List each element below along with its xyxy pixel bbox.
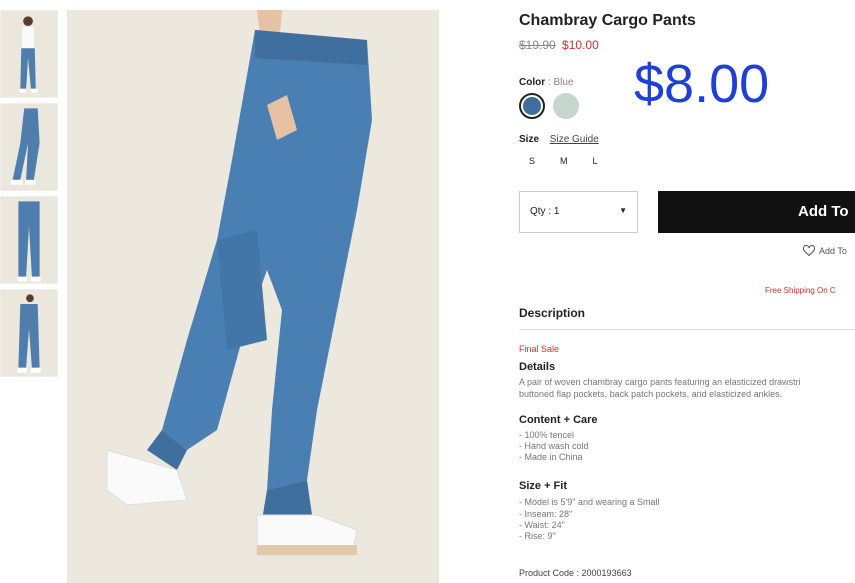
size-label-row: Size Size Guide [519,134,599,145]
product-info: Chambray Cargo Pants $19.90 $10.00 [519,12,855,52]
free-shipping-text[interactable]: Free Shipping On C [765,286,836,295]
thumbnail-side[interactable] [0,103,58,191]
size-guide-link[interactable]: Size Guide [550,134,599,145]
content-item: - Hand wash cold [519,441,589,451]
jeans-illustration [67,10,439,583]
color-swatches [519,93,579,119]
content-item: - Made in China [519,452,583,462]
size-fit-heading: Size + Fit [519,480,567,492]
size-option-m[interactable]: M [560,156,568,166]
main-product-image[interactable] [67,10,439,583]
swatch-mint[interactable] [553,93,579,119]
size-option-s[interactable]: S [529,156,535,166]
thumbnail-back[interactable] [0,196,58,284]
wishlist-label: Add To [819,245,847,256]
thumbnail-list [0,10,60,382]
thumbnail-detail-image [1,290,57,376]
size-label: Size [519,134,540,145]
thumbnail-front[interactable] [0,10,58,98]
color-label-row: Color : Blue [519,77,573,88]
product-code: Product Code : 2000193663 [519,568,632,578]
heart-icon [803,245,815,256]
price-row: $19.90 $10.00 [519,38,855,52]
size-options: S M L [529,156,598,166]
details-text-line1: A pair of woven chambray cargo pants fea… [519,377,801,387]
add-to-bag-button[interactable]: Add To [658,191,855,233]
thumbnail-detail[interactable] [0,289,58,377]
quantity-label: Qty : 1 [530,206,560,217]
overlay-price: $8.00 [634,54,770,114]
content-care-heading: Content + Care [519,414,598,426]
fit-item: - Inseam: 28" [519,509,573,519]
final-sale-label: Final Sale [519,344,560,354]
description-title: Description [519,306,586,320]
color-value: Blue [553,77,574,88]
fit-item: - Model is 5'9" and wearing a Small [519,497,660,507]
thumbnail-front-image [1,11,57,97]
thumbnail-back-image [1,197,57,283]
fit-item: - Waist: 24" [519,520,565,530]
color-label: Color [519,77,546,88]
wishlist-link[interactable]: Add To [803,245,847,256]
thumbnail-side-image [1,104,57,190]
quantity-select[interactable]: Qty : 1 ▼ [519,191,638,233]
content-item: - 100% tencel [519,430,575,440]
details-heading: Details [519,361,556,373]
description-divider [519,329,855,330]
chevron-down-icon: ▼ [619,206,627,215]
fit-item: - Rise: 9" [519,531,556,541]
color-separator: : [547,77,551,88]
size-option-l[interactable]: L [593,156,598,166]
original-price: $19.90 [519,38,556,52]
sale-price: $10.00 [562,38,599,52]
product-title: Chambray Cargo Pants [519,12,696,29]
details-text-line2: buttoned flap pockets, back patch pocket… [519,389,783,399]
swatch-blue[interactable] [519,93,545,119]
